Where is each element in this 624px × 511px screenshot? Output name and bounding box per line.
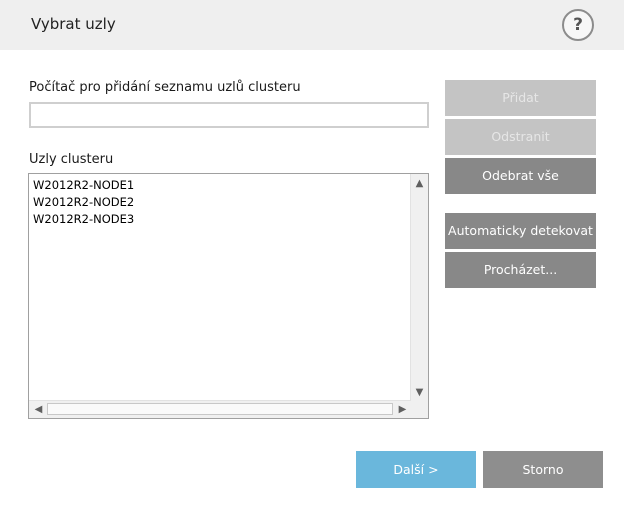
dialog-header: Vybrat uzly ?	[0, 0, 624, 50]
list-item[interactable]: W2012R2-NODE3	[33, 211, 410, 228]
cluster-nodes-label: Uzly clusteru	[29, 152, 114, 167]
browse-button[interactable]: Procházet...	[445, 252, 596, 288]
remove-all-button[interactable]: Odebrat vše	[445, 158, 596, 194]
list-item[interactable]: W2012R2-NODE1	[33, 177, 410, 194]
dialog-title: Vybrat uzly	[31, 15, 116, 33]
scroll-left-icon[interactable]: ◀	[30, 401, 47, 418]
horizontal-scrollbar[interactable]: ◀ ▶	[29, 400, 411, 418]
list-item[interactable]: W2012R2-NODE2	[33, 194, 410, 211]
cluster-nodes-list[interactable]: W2012R2-NODE1 W2012R2-NODE2 W2012R2-NODE…	[28, 173, 429, 419]
list-items: W2012R2-NODE1 W2012R2-NODE2 W2012R2-NODE…	[29, 174, 410, 400]
help-icon[interactable]: ?	[562, 9, 594, 41]
scroll-corner	[411, 401, 428, 418]
computer-input[interactable]	[29, 102, 429, 128]
auto-detect-button[interactable]: Automaticky detekovat	[445, 213, 596, 249]
scroll-down-icon[interactable]: ▼	[411, 384, 428, 401]
computer-label: Počítač pro přidání seznamu uzlů cluster…	[29, 80, 301, 95]
cancel-button[interactable]: Storno	[483, 451, 603, 488]
remove-button[interactable]: Odstranit	[445, 119, 596, 155]
scroll-up-icon[interactable]: ▲	[411, 175, 428, 192]
add-button[interactable]: Přidat	[445, 80, 596, 116]
scroll-right-icon[interactable]: ▶	[394, 401, 411, 418]
horizontal-scroll-thumb[interactable]	[47, 403, 393, 415]
next-button[interactable]: Další >	[356, 451, 476, 488]
vertical-scrollbar[interactable]: ▲ ▼	[410, 174, 428, 401]
